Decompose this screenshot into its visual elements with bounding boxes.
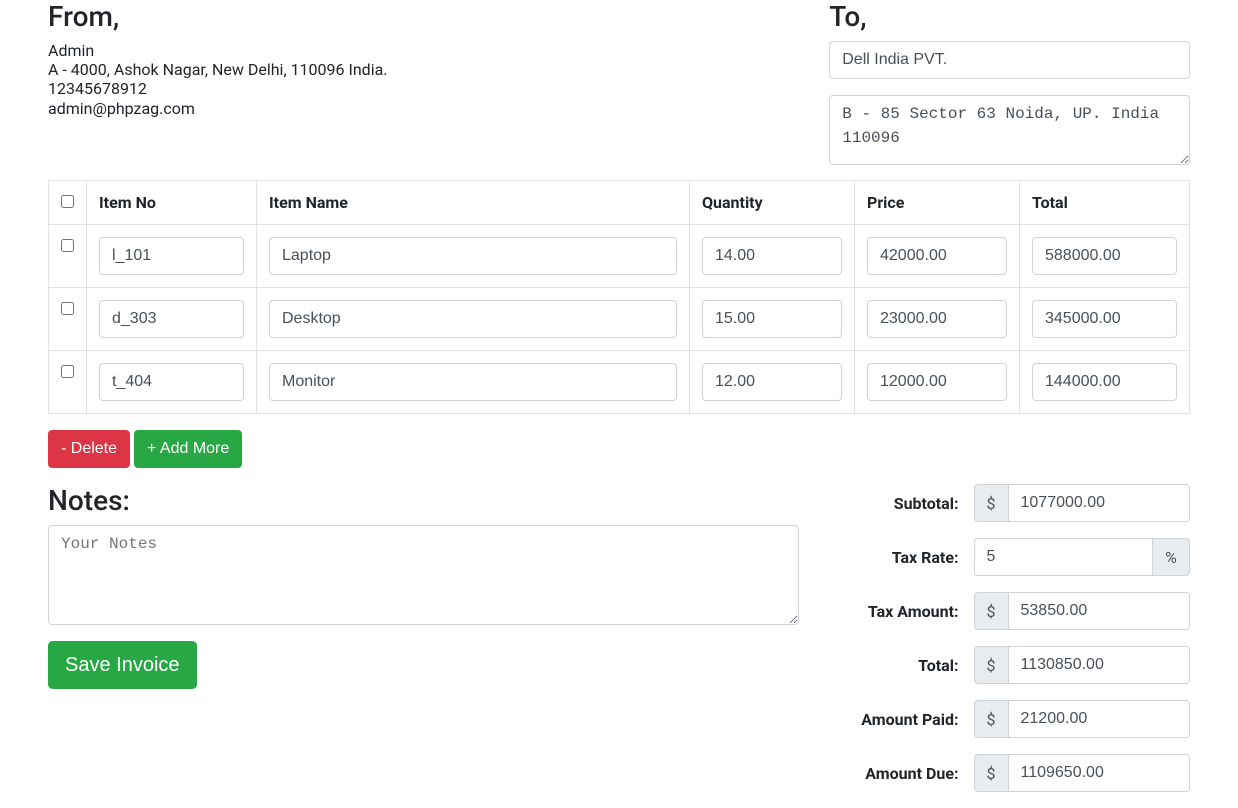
- tax-amount-input[interactable]: [1008, 592, 1190, 630]
- quantity-input[interactable]: [702, 300, 842, 338]
- total-input[interactable]: [1032, 363, 1177, 401]
- total-input[interactable]: [1032, 300, 1177, 338]
- price-input[interactable]: [867, 300, 1007, 338]
- col-header-item-no: Item No: [87, 181, 257, 225]
- amount-paid-label: Amount Paid:: [829, 710, 973, 729]
- table-row: [49, 288, 1190, 351]
- item-no-input[interactable]: [99, 300, 244, 338]
- table-row: [49, 351, 1190, 414]
- currency-prefix: $: [974, 700, 1008, 738]
- item-name-input[interactable]: [269, 237, 677, 275]
- notes-textarea[interactable]: [48, 525, 799, 625]
- currency-prefix: $: [974, 592, 1008, 630]
- row-check[interactable]: [61, 365, 74, 378]
- quantity-input[interactable]: [702, 363, 842, 401]
- total-label: Total:: [829, 656, 973, 675]
- item-no-input[interactable]: [99, 363, 244, 401]
- item-name-input[interactable]: [269, 363, 677, 401]
- save-invoice-button[interactable]: Save Invoice: [48, 641, 197, 689]
- tax-amount-label: Tax Amount:: [829, 602, 973, 621]
- quantity-input[interactable]: [702, 237, 842, 275]
- row-check[interactable]: [61, 239, 74, 252]
- table-row: [49, 225, 1190, 288]
- item-name-input[interactable]: [269, 300, 677, 338]
- tax-rate-label: Tax Rate:: [829, 548, 973, 567]
- notes-heading: Notes:: [48, 484, 799, 517]
- amount-paid-input[interactable]: [1008, 700, 1190, 738]
- subtotal-label: Subtotal:: [829, 494, 973, 513]
- percent-suffix: %: [1153, 538, 1190, 576]
- col-header-quantity: Quantity: [690, 181, 855, 225]
- col-header-price: Price: [855, 181, 1020, 225]
- from-name: Admin: [48, 41, 799, 60]
- price-input[interactable]: [867, 237, 1007, 275]
- currency-prefix: $: [974, 484, 1008, 522]
- from-address: A - 4000, Ashok Nagar, New Delhi, 110096…: [48, 60, 799, 79]
- row-check[interactable]: [61, 302, 74, 315]
- subtotal-input[interactable]: [1008, 484, 1190, 522]
- amount-due-input[interactable]: [1008, 754, 1190, 792]
- from-phone: 12345678912: [48, 79, 799, 98]
- currency-prefix: $: [974, 646, 1008, 684]
- total-input[interactable]: [1032, 237, 1177, 275]
- to-name-input[interactable]: [829, 41, 1190, 79]
- total-input[interactable]: [1008, 646, 1190, 684]
- add-more-button[interactable]: + Add More: [134, 430, 242, 468]
- currency-prefix: $: [974, 754, 1008, 792]
- to-address-input[interactable]: B - 85 Sector 63 Noida, UP. India 110096: [829, 95, 1190, 165]
- from-heading: From,: [48, 0, 799, 33]
- delete-button[interactable]: - Delete: [48, 430, 130, 468]
- col-header-total: Total: [1020, 181, 1190, 225]
- to-heading: To,: [829, 0, 1190, 33]
- tax-rate-input[interactable]: [974, 538, 1154, 576]
- from-email: admin@phpzag.com: [48, 99, 799, 118]
- col-header-item-name: Item Name: [257, 181, 690, 225]
- items-table: Item No Item Name Quantity Price Total: [48, 180, 1190, 414]
- item-no-input[interactable]: [99, 237, 244, 275]
- price-input[interactable]: [867, 363, 1007, 401]
- amount-due-label: Amount Due:: [829, 764, 973, 783]
- check-all[interactable]: [61, 195, 74, 208]
